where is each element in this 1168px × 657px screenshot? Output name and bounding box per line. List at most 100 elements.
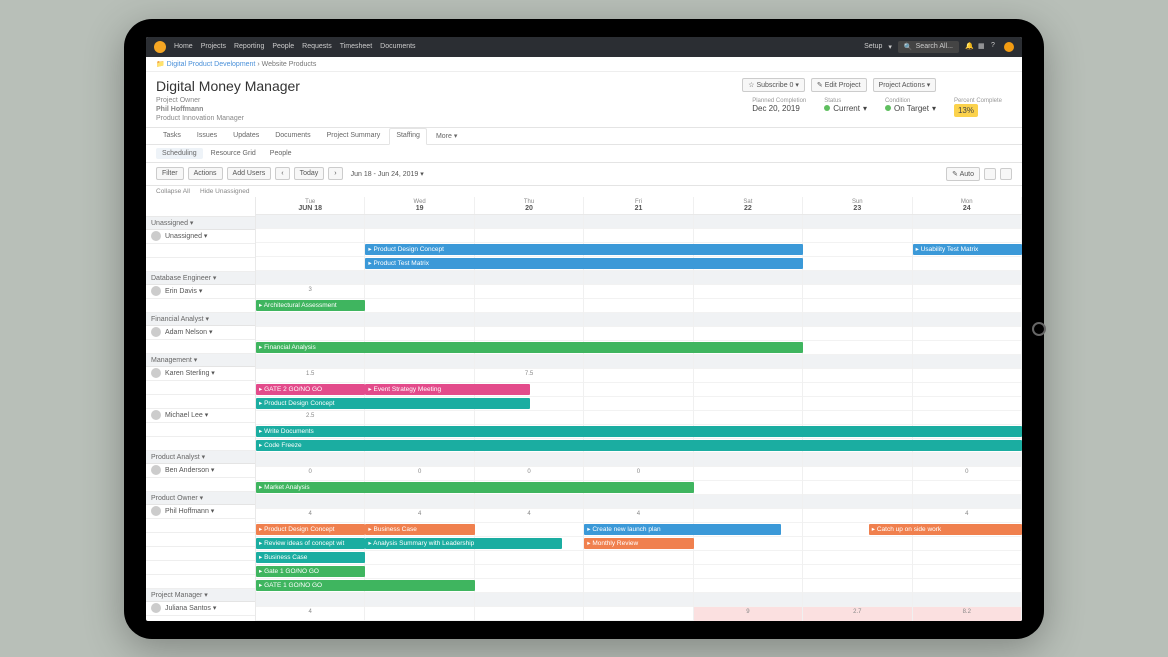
date-range: Jun 18 - Jun 24, 2019 ▾ [351, 170, 424, 178]
task-bar[interactable]: ▸ Monthly Review [584, 538, 693, 549]
task-bar[interactable]: ▸ Review ideas of concept wit [256, 538, 365, 549]
group-header[interactable]: Financial Analyst ▾ [146, 313, 255, 326]
notifications-icon[interactable]: 🔔 [965, 42, 975, 52]
day-header: Fri21 [584, 197, 693, 214]
global-search[interactable]: 🔍 Search All... [898, 41, 959, 53]
task-bar[interactable]: ▸ Catch up on side work [869, 524, 1022, 535]
collapse-all-link[interactable]: Collapse All [156, 188, 190, 195]
tablet-frame: Home Projects Reporting People Requests Times… [124, 19, 1044, 639]
task-bar[interactable]: ▸ Event Strategy Meeting [365, 384, 529, 395]
task-bar[interactable]: ▸ Write Documents [256, 426, 1022, 437]
task-bar[interactable]: ▸ Architectural Assessment [256, 300, 365, 311]
group-header[interactable]: Unassigned ▾ [146, 217, 255, 230]
task-bar[interactable]: ▸ Analysis Summary with Leadership [365, 538, 562, 549]
day-header: Sun23 [803, 197, 912, 214]
setup-menu[interactable]: Setup [864, 43, 882, 50]
hide-unassigned-link[interactable]: Hide Unassigned [200, 188, 250, 195]
add-users-button[interactable]: Add Users [227, 167, 272, 180]
schedule-controls: Collapse All Hide Unassigned [146, 186, 1022, 197]
day-header: Thu20 [475, 197, 584, 214]
avatar [151, 368, 161, 378]
tab-updates[interactable]: Updates [226, 128, 266, 144]
person-row[interactable]: Michael Lee ▾ [146, 409, 255, 423]
task-bar[interactable]: ▸ Product Test Matrix [365, 258, 803, 269]
edit-project-button[interactable]: ✎ Edit Project [811, 78, 867, 92]
tab-issues[interactable]: Issues [190, 128, 224, 144]
subtab-resource-grid[interactable]: Resource Grid [205, 148, 262, 159]
project-owner-name[interactable]: Phil Hoffmann [156, 106, 203, 113]
nav-item-projects[interactable]: Projects [201, 43, 226, 50]
person-row[interactable]: Ben Anderson ▾ [146, 464, 255, 478]
schedule-toolbar: Filter Actions Add Users ‹ Today › Jun 1… [146, 163, 1022, 186]
nav-menu: Home Projects Reporting People Requests Times… [174, 43, 416, 50]
prev-button[interactable]: ‹ [275, 167, 289, 180]
topnav-icons: 🔔 ▦ ? [965, 42, 1014, 52]
person-row[interactable]: Adam Nelson ▾ [146, 326, 255, 340]
task-bar[interactable]: ▸ GATE 2 GO/NO GO [256, 384, 365, 395]
staffing-subtabs: SchedulingResource GridPeople [146, 145, 1022, 163]
settings-icon[interactable] [1000, 168, 1012, 180]
nav-item-people[interactable]: People [272, 43, 294, 50]
help-icon[interactable]: ? [991, 42, 1001, 52]
tab-project-summary[interactable]: Project Summary [320, 128, 388, 144]
avatar [151, 506, 161, 516]
tab-more[interactable]: More ▾ [429, 128, 464, 144]
group-header[interactable]: Management ▾ [146, 354, 255, 367]
project-actions-button[interactable]: Project Actions ▾ [873, 78, 937, 92]
task-bar[interactable]: ▸ Product Design Concept [256, 524, 365, 535]
filter-button[interactable]: Filter [156, 167, 184, 180]
nav-item-requests[interactable]: Requests [302, 43, 332, 50]
task-bar[interactable]: ▸ Code Freeze [256, 440, 1022, 451]
group-header[interactable]: Database Engineer ▾ [146, 272, 255, 285]
person-row[interactable]: Karen Sterling ▾ [146, 367, 255, 381]
grid-icon[interactable]: ▦ [978, 42, 988, 52]
condition-value[interactable]: On Target ▾ [885, 104, 936, 113]
nav-item-timesheet[interactable]: Timesheet [340, 43, 372, 50]
task-bar[interactable]: ▸ GATE 1 GO/NO GO [256, 580, 475, 591]
breadcrumb-parent[interactable]: Digital Product Development [167, 61, 256, 68]
nav-item-home[interactable]: Home [174, 43, 193, 50]
group-header[interactable]: Product Analyst ▾ [146, 451, 255, 464]
nav-item-reporting[interactable]: Reporting [234, 43, 264, 50]
person-row[interactable]: Erin Davis ▾ [146, 285, 255, 299]
person-row[interactable]: Juliana Santos ▾ [146, 602, 255, 616]
schedule-timeline: TueJUN 18Wed19Thu20Fri21Sat22Sun23Mon24 … [256, 197, 1022, 621]
tab-documents[interactable]: Documents [268, 128, 317, 144]
task-bar[interactable]: ▸ Financial Analysis [256, 342, 803, 353]
group-header[interactable]: Project Manager ▾ [146, 589, 255, 602]
avatar [151, 465, 161, 475]
auto-button[interactable]: ✎ Auto [946, 167, 980, 181]
task-bar[interactable]: ▸ Business Case [256, 552, 365, 563]
brand-logo[interactable] [154, 41, 166, 53]
nav-item-documents[interactable]: Documents [380, 43, 415, 50]
planned-completion: Dec 20, 2019 [752, 104, 806, 113]
task-bar[interactable]: ▸ Product Design Concept [365, 244, 803, 255]
tab-tasks[interactable]: Tasks [156, 128, 188, 144]
task-bar[interactable]: ▸ Usability Test Matrix [913, 244, 1022, 255]
task-bar[interactable]: ▸ Market Analysis [256, 482, 694, 493]
top-nav: Home Projects Reporting People Requests Times… [146, 37, 1022, 57]
day-header: Wed19 [365, 197, 474, 214]
app-screen: Home Projects Reporting People Requests Times… [146, 37, 1022, 621]
task-bar[interactable]: ▸ Business Case [365, 524, 474, 535]
breadcrumb: 📁 Digital Product Development › Website … [146, 57, 1022, 72]
subtab-people[interactable]: People [264, 148, 298, 159]
user-avatar-icon[interactable] [1004, 42, 1014, 52]
next-button[interactable]: › [328, 167, 342, 180]
person-row[interactable]: Unassigned ▾ [146, 230, 255, 244]
task-bar[interactable]: ▸ Product Design Concept [256, 398, 530, 409]
task-bar[interactable]: ▸ Create new launch plan [584, 524, 781, 535]
person-row[interactable]: Phil Hoffmann ▾ [146, 505, 255, 519]
group-header[interactable]: Product Owner ▾ [146, 492, 255, 505]
avatar [151, 410, 161, 420]
actions-button[interactable]: Actions [188, 167, 223, 180]
today-button[interactable]: Today [294, 167, 325, 180]
task-bar[interactable]: ▸ Gate 1 GO/NO GO [256, 566, 365, 577]
maximize-icon[interactable] [984, 168, 996, 180]
breadcrumb-current: Website Products [262, 61, 317, 68]
folder-icon: 📁 [156, 61, 165, 68]
status-value[interactable]: Current ▾ [824, 104, 867, 113]
tab-staffing[interactable]: Staffing [389, 128, 427, 145]
subscribe-button[interactable]: ☆ Subscribe 0 ▾ [742, 78, 805, 92]
subtab-scheduling[interactable]: Scheduling [156, 148, 203, 159]
